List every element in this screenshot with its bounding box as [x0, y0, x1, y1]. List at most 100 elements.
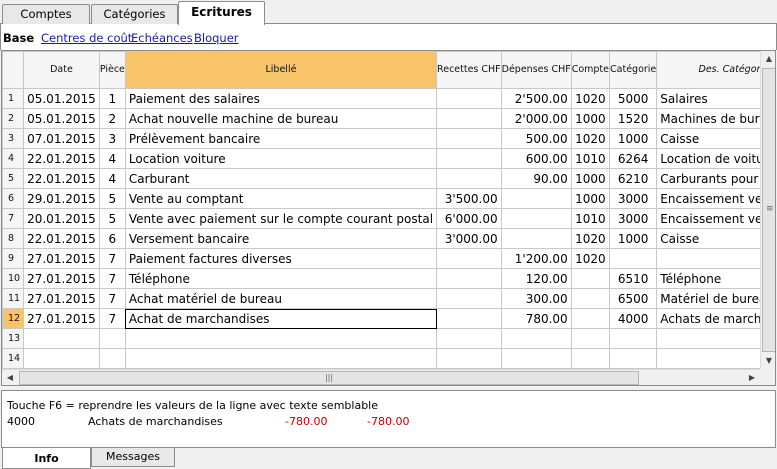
cell-compte[interactable]: 1020 [570, 88, 611, 109]
table-row[interactable]: 12 27.01.2015 7 Achat de marchandises 780.00… [2, 308, 775, 329]
row-number[interactable]: 12 [2, 308, 25, 329]
cell-des-categorie[interactable]: Téléphone [656, 268, 775, 289]
cell-categorie[interactable]: 6264 [609, 148, 658, 169]
row-number[interactable]: 14 [2, 348, 25, 369]
cell-libelle[interactable]: Versement bancaire [124, 228, 438, 249]
view-base[interactable]: Base [3, 31, 34, 45]
row-number[interactable]: 7 [2, 208, 25, 229]
cell-recettes[interactable] [436, 268, 502, 289]
cell-piece[interactable]: 5 [98, 188, 126, 209]
cell-categorie[interactable]: 3000 [609, 208, 658, 229]
cell-date[interactable]: 20.01.2015 [23, 208, 100, 229]
table-row[interactable]: 5 22.01.2015 4 Carburant 90.00 1000 6210 Carbur… [2, 168, 775, 189]
cell-des-categorie[interactable] [656, 328, 775, 349]
row-number[interactable]: 6 [2, 188, 25, 209]
table-row[interactable]: 4 22.01.2015 4 Location voiture 600.00 1010 62… [2, 148, 775, 169]
cell-piece[interactable]: 2 [98, 108, 126, 129]
cell-des-categorie[interactable]: Salaires [656, 88, 775, 109]
vertical-scroll-thumb[interactable]: ≡ [762, 68, 775, 352]
cell-libelle[interactable]: Achat nouvelle machine de bureau [124, 108, 438, 129]
cell-libelle[interactable]: Paiement des salaires [124, 88, 438, 109]
column-header-piece[interactable]: Pièce [98, 51, 126, 89]
cell-categorie[interactable] [609, 248, 658, 269]
cell-piece[interactable]: 7 [98, 248, 126, 269]
table-row[interactable]: 2 05.01.2015 2 Achat nouvelle machine de bu… [2, 108, 775, 129]
column-header-recettes[interactable]: Recettes CHF [436, 51, 502, 89]
tab-ecritures[interactable]: Ecritures [178, 1, 265, 25]
cell-recettes[interactable] [436, 288, 502, 309]
column-header-depenses[interactable]: Dépenses CHF [500, 51, 572, 89]
cell-recettes[interactable] [436, 148, 502, 169]
cell-piece[interactable]: 4 [98, 168, 126, 189]
vertical-scrollbar[interactable]: ▲ ≡ ▼ [760, 51, 775, 369]
cell-libelle[interactable]: Vente avec paiement sur le compte couran… [124, 208, 438, 229]
cell-depenses[interactable]: 2'000.00 [500, 108, 572, 129]
cell-date[interactable]: 05.01.2015 [23, 108, 100, 129]
cell-recettes[interactable]: 3'000.00 [436, 228, 502, 249]
table-row[interactable]: 6 29.01.2015 5 Vente au comptant 3'500.00 100… [2, 188, 775, 209]
cell-date[interactable]: 27.01.2015 [23, 288, 100, 309]
cell-categorie[interactable]: 6510 [609, 268, 658, 289]
cell-depenses[interactable]: 2'500.00 [500, 88, 572, 109]
table-row[interactable]: 3 07.01.2015 3 Prélèvement bancaire 500.00 10… [2, 128, 775, 149]
cell-depenses[interactable] [500, 328, 572, 349]
cell-compte[interactable]: 1020 [570, 228, 611, 249]
cell-date[interactable]: 29.01.2015 [23, 188, 100, 209]
cell-des-categorie[interactable]: Caisse [656, 128, 775, 149]
cell-des-categorie[interactable]: Location de voitures [656, 148, 775, 169]
cell-compte[interactable]: 1000 [570, 188, 611, 209]
row-number[interactable]: 3 [2, 128, 25, 149]
cell-des-categorie[interactable]: Matériel de bureau [656, 288, 775, 309]
cell-piece[interactable]: 4 [98, 148, 126, 169]
column-header-categorie[interactable]: Catégorie [609, 51, 658, 89]
cell-categorie[interactable]: 3000 [609, 188, 658, 209]
scroll-right-arrow-icon[interactable]: ▶ [744, 370, 760, 385]
cell-recettes[interactable] [436, 248, 502, 269]
cell-recettes[interactable]: 3'500.00 [436, 188, 502, 209]
row-number[interactable]: 9 [2, 248, 25, 269]
cell-categorie[interactable] [609, 348, 658, 369]
cell-libelle[interactable]: Carburant [124, 168, 438, 189]
column-header-libelle[interactable]: Libellé [124, 51, 438, 89]
column-header-date[interactable]: Date [23, 51, 100, 89]
table-row[interactable]: 10 27.01.2015 7 Téléphone 120.00 6510 Téléphon… [2, 268, 775, 289]
column-header-des-categorie[interactable]: Des. Catégorie [656, 51, 775, 89]
cell-libelle[interactable]: Prélèvement bancaire [124, 128, 438, 149]
cell-libelle[interactable]: Paiement factures diverses [124, 248, 438, 269]
cell-recettes[interactable]: 6'000.00 [436, 208, 502, 229]
cell-date[interactable]: 27.01.2015 [23, 268, 100, 289]
cell-date[interactable]: 05.01.2015 [23, 88, 100, 109]
cell-depenses[interactable] [500, 348, 572, 369]
scroll-left-arrow-icon[interactable]: ◀ [2, 370, 18, 385]
cell-depenses[interactable] [500, 228, 572, 249]
cell-piece[interactable]: 6 [98, 228, 126, 249]
row-number[interactable]: 11 [2, 288, 25, 309]
cell-compte[interactable]: 1000 [570, 108, 611, 129]
table-row[interactable]: 1 05.01.2015 1 Paiement des salaires 2'500.0… [2, 88, 775, 109]
cell-depenses[interactable]: 120.00 [500, 268, 572, 289]
cell-date[interactable]: 22.01.2015 [23, 148, 100, 169]
cell-des-categorie[interactable]: Achats de marchandises [656, 308, 775, 329]
cell-categorie[interactable]: 6210 [609, 168, 658, 189]
cell-des-categorie[interactable]: Machines de bureau [656, 108, 775, 129]
cell-compte[interactable]: 1020 [570, 128, 611, 149]
cell-piece[interactable]: 7 [98, 268, 126, 289]
cell-piece[interactable]: 7 [98, 288, 126, 309]
cell-recettes[interactable] [436, 328, 502, 349]
cell-compte[interactable]: 1020 [570, 248, 611, 269]
table-row[interactable]: 9 27.01.2015 7 Paiement factures diverses 1'… [2, 248, 775, 269]
cell-libelle[interactable]: Vente au comptant [124, 188, 438, 209]
cell-recettes[interactable] [436, 308, 502, 329]
view-echeances[interactable]: Echéances [131, 31, 193, 45]
cell-piece[interactable]: 1 [98, 88, 126, 109]
table-row[interactable]: 13 [2, 328, 775, 349]
cell-recettes[interactable] [436, 108, 502, 129]
tab-comptes[interactable]: Comptes [2, 4, 90, 24]
cell-piece[interactable]: 3 [98, 128, 126, 149]
row-number[interactable]: 2 [2, 108, 25, 129]
row-number[interactable]: 10 [2, 268, 25, 289]
cell-libelle[interactable] [124, 348, 438, 369]
column-header-compte[interactable]: Compte [570, 51, 611, 89]
horizontal-scrollbar[interactable]: ◀ ||| ▶ [2, 369, 760, 385]
scroll-up-arrow-icon[interactable]: ▲ [761, 51, 775, 67]
